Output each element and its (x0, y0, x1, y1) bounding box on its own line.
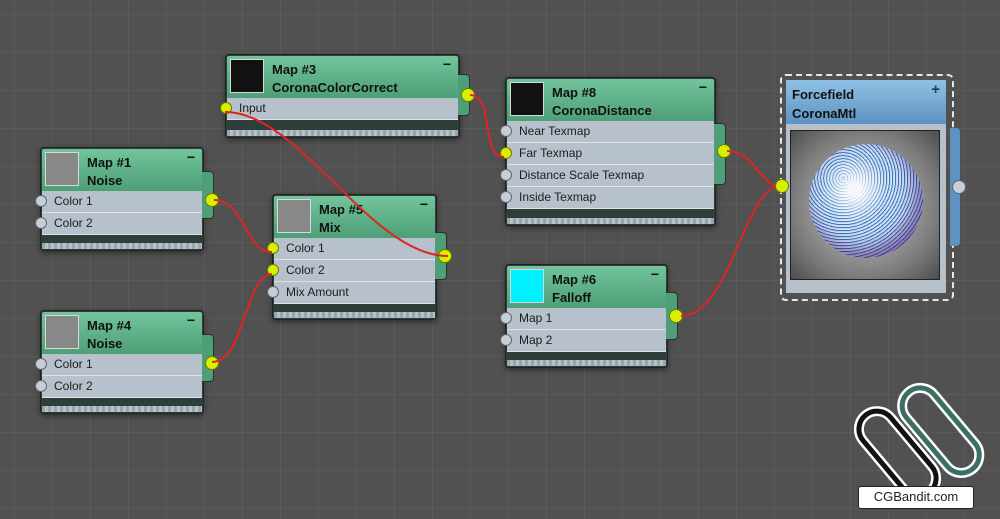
material-header[interactable]: Forcefield CoronaMtl + (786, 80, 946, 124)
input-port[interactable] (35, 380, 47, 392)
minimize-icon[interactable]: − (187, 312, 195, 328)
map3-thumbnail (230, 59, 264, 93)
map6-map2-slot[interactable]: Map 2 (500, 330, 666, 352)
input-port[interactable] (500, 191, 512, 203)
watermark-text: CGBandit.com (858, 486, 974, 509)
node-resize-grip[interactable] (42, 406, 202, 412)
input-port[interactable] (500, 125, 512, 137)
node-map5[interactable]: Map #5 Mix − Color 1 Color 2 Mix Amount (267, 194, 452, 320)
node-header[interactable]: Map #5 Mix − (274, 196, 435, 238)
map1-thumbnail (45, 152, 79, 186)
map6-title: Map #6 (552, 272, 597, 287)
preview-sphere (809, 144, 923, 258)
map5-title: Map #5 (319, 202, 364, 217)
input-port[interactable] (500, 312, 512, 324)
node-map6[interactable]: Map #6 Falloff − Map 1 Map 2 (500, 264, 683, 368)
node-header[interactable]: Map #6 Falloff − (507, 266, 666, 308)
map8-near-texmap-slot[interactable]: Near Texmap (500, 121, 714, 143)
input-port[interactable] (500, 334, 512, 346)
map8-output-port[interactable] (717, 144, 731, 158)
input-port[interactable] (500, 147, 512, 159)
node-resize-grip[interactable] (274, 312, 435, 318)
map8-distance-scale-slot[interactable]: Distance Scale Texmap (500, 165, 714, 187)
map3-title: Map #3 (272, 62, 317, 77)
node-header[interactable]: Map #8 CoronaDistance − (507, 79, 714, 121)
map1-color2-slot[interactable]: Color 2 (35, 213, 202, 235)
map8-far-texmap-slot[interactable]: Far Texmap (500, 143, 714, 165)
input-port[interactable] (500, 169, 512, 181)
map8-title: Map #8 (552, 85, 597, 100)
map1-title: Map #1 (87, 155, 132, 170)
wire-map8-to-material (726, 150, 781, 187)
input-port[interactable] (35, 217, 47, 229)
minimize-icon[interactable]: − (651, 266, 659, 282)
expand-icon[interactable]: + (931, 81, 940, 98)
map4-output-port[interactable] (205, 356, 219, 370)
map5-type: Mix (319, 220, 341, 235)
map6-type: Falloff (552, 290, 591, 305)
node-map8[interactable]: Map #8 CoronaDistance − Near Texmap Far … (500, 77, 731, 226)
map3-type: CoronaColorCorrect (272, 80, 398, 95)
map4-thumbnail (45, 315, 79, 349)
node-resize-grip[interactable] (507, 218, 714, 224)
node-map1[interactable]: Map #1 Noise − Color 1 Color 2 (35, 147, 219, 251)
node-header[interactable]: Map #3 CoronaColorCorrect − (227, 56, 458, 98)
material-preview (790, 130, 940, 280)
wire-map1-to-map5 (213, 199, 273, 253)
node-header[interactable]: Map #1 Noise − (42, 149, 202, 191)
material-output-port[interactable] (952, 180, 966, 194)
map8-type: CoronaDistance (552, 103, 652, 118)
map5-output-port[interactable] (438, 249, 452, 263)
map1-output-port[interactable] (205, 193, 219, 207)
map5-color1-slot[interactable]: Color 1 (267, 238, 435, 260)
wire-map4-to-map5 (211, 273, 273, 363)
material-input-port[interactable] (775, 179, 789, 193)
input-port[interactable] (267, 264, 279, 276)
node-editor-canvas[interactable]: Map #3 CoronaColorCorrect − Input Map #1… (0, 0, 1000, 519)
map6-map1-slot[interactable]: Map 1 (500, 308, 666, 330)
input-port[interactable] (267, 242, 279, 254)
map5-color2-slot[interactable]: Color 2 (267, 260, 435, 282)
input-port[interactable] (220, 102, 232, 114)
node-map4[interactable]: Map #4 Noise − Color 1 Color 2 (35, 310, 219, 414)
minimize-icon[interactable]: − (699, 79, 707, 95)
material-name: Forcefield (792, 87, 855, 102)
node-header[interactable]: Map #4 Noise − (42, 312, 202, 354)
node-resize-grip[interactable] (507, 360, 666, 366)
input-port[interactable] (267, 286, 279, 298)
input-port[interactable] (35, 195, 47, 207)
material-node-forcefield[interactable]: Forcefield CoronaMtl + (780, 74, 966, 301)
map5-thumbnail (277, 199, 311, 233)
node-resize-grip[interactable] (227, 130, 458, 136)
minimize-icon[interactable]: − (443, 56, 451, 72)
map5-mixamount-slot[interactable]: Mix Amount (267, 282, 435, 304)
input-port[interactable] (35, 358, 47, 370)
map6-output-port[interactable] (669, 309, 683, 323)
minimize-icon[interactable]: − (420, 196, 428, 212)
material-type: CoronaMtl (792, 106, 857, 121)
map1-color1-slot[interactable]: Color 1 (35, 191, 202, 213)
map4-color1-slot[interactable]: Color 1 (35, 354, 202, 376)
map3-input-slot[interactable]: Input (220, 98, 458, 120)
map8-inside-texmap-slot[interactable]: Inside Texmap (500, 187, 714, 209)
map1-type: Noise (87, 173, 123, 188)
node-resize-grip[interactable] (42, 243, 202, 249)
map3-output-port[interactable] (461, 88, 475, 102)
map4-title: Map #4 (87, 318, 132, 333)
node-map3[interactable]: Map #3 CoronaColorCorrect − Input (220, 54, 475, 138)
minimize-icon[interactable]: − (187, 149, 195, 165)
map8-thumbnail (510, 82, 544, 116)
map4-type: Noise (87, 336, 123, 351)
wire-map3-to-map8 (469, 94, 505, 158)
map6-thumbnail (510, 269, 544, 303)
map4-color2-slot[interactable]: Color 2 (35, 376, 202, 398)
